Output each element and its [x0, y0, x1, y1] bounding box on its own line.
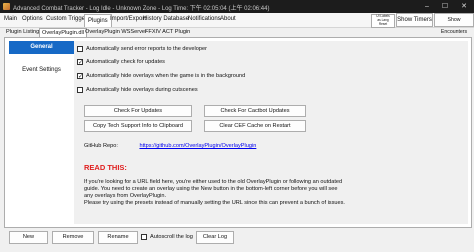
- show-encounters-button[interactable]: Show Encounters: [434, 13, 474, 35]
- clear-cef-cache-button[interactable]: Clear CEF Cache on Restart: [204, 120, 306, 132]
- checkbox-label: Automatically hide overlays when the gam…: [86, 73, 246, 79]
- checkbox-box[interactable]: [77, 46, 83, 52]
- read-this-line: If you're looking for a URL field here, …: [84, 179, 343, 185]
- tab-plugin-listing[interactable]: Plugin Listing: [6, 28, 39, 36]
- new-overlay-button[interactable]: New: [9, 231, 48, 244]
- checkbox-label: Autoscroll the log: [150, 234, 193, 240]
- checkbox-box[interactable]: ✓: [77, 59, 83, 66]
- checkbox-box[interactable]: [141, 234, 147, 240]
- window-title: Advanced Combat Tracker - Log Idle - Unk…: [13, 6, 270, 12]
- tab-notifications[interactable]: Notifications: [188, 16, 221, 22]
- minimize-button[interactable]: –: [418, 0, 436, 13]
- rename-overlay-button[interactable]: Rename: [98, 231, 138, 244]
- tab-overlayplugin-dll[interactable]: OverlayPlugin.dll: [39, 28, 87, 37]
- checkbox-check-updates[interactable]: ✓ Automatically check for updates: [77, 58, 165, 66]
- plugin-tab-bar: Plugin Listing OverlayPlugin.dll Overlay…: [0, 27, 474, 37]
- checkbox-label: Automatically hide overlays during cutsc…: [86, 87, 198, 93]
- tab-history-database[interactable]: History Database: [143, 16, 189, 22]
- read-this-heading: READ THIS:: [84, 163, 127, 172]
- github-repo-row: GitHub Repo: https://github.com/OverlayP…: [84, 143, 256, 149]
- tab-plugins[interactable]: Plugins: [84, 14, 112, 27]
- checkbox-label: Automatically check for updates: [86, 59, 165, 65]
- read-this-text: If you're looking for a URL field here, …: [84, 179, 374, 207]
- tab-import-export[interactable]: Import/Export: [110, 16, 146, 22]
- checkbox-hide-overlays-cutscenes[interactable]: Automatically hide overlays during cutsc…: [77, 86, 198, 94]
- general-settings-panel: Automatically send error reports to the …: [74, 41, 468, 224]
- remove-overlay-button[interactable]: Remove: [52, 231, 94, 244]
- tab-about[interactable]: About: [220, 16, 236, 22]
- clear-log-button[interactable]: Clear Log: [196, 231, 234, 244]
- ui-lang-reset-badge[interactable]: UI Labels as Lang Reset: [371, 14, 395, 28]
- settings-sidebar: General Event Settings: [9, 41, 74, 224]
- github-repo-link[interactable]: https://github.com/OverlayPlugin/Overlay…: [139, 143, 256, 149]
- maximize-button[interactable]: ☐: [436, 0, 454, 13]
- check-cactbot-updates-button[interactable]: Check For Cactbot Updates: [204, 105, 306, 117]
- read-this-line: Please try using the presets instead of …: [84, 200, 345, 206]
- sidebar-item-event-settings[interactable]: Event Settings: [9, 64, 74, 77]
- checkbox-box[interactable]: [77, 87, 83, 93]
- tab-main[interactable]: Main: [4, 16, 17, 22]
- copy-tech-support-button[interactable]: Copy Tech Support Info to Clipboard: [84, 120, 192, 132]
- read-this-line: any overlays from OverlayPlugin.: [84, 193, 167, 199]
- title-bar: Advanced Combat Tracker - Log Idle - Unk…: [0, 0, 474, 13]
- github-repo-label: GitHub Repo:: [84, 143, 118, 149]
- checkbox-autoscroll-log[interactable]: Autoscroll the log: [141, 233, 193, 241]
- close-button[interactable]: ✕: [455, 0, 473, 13]
- checkbox-box[interactable]: ✓: [77, 73, 83, 80]
- check-updates-button[interactable]: Check For Updates: [84, 105, 192, 117]
- tab-ffxiv-act-plugin[interactable]: FFXIV ACT Plugin: [145, 28, 190, 36]
- tab-overlayplugin-wsserver[interactable]: OverlayPlugin WSServer: [85, 28, 147, 36]
- checkbox-hide-overlays-background[interactable]: ✓ Automatically hide overlays when the g…: [77, 72, 245, 80]
- read-this-line: guide. You need to create an overlay usi…: [84, 186, 338, 192]
- checkbox-label: Automatically send error reports to the …: [86, 46, 207, 52]
- tab-options[interactable]: Options: [22, 16, 43, 22]
- ui-badge-line-3: Reset: [378, 21, 388, 26]
- app-icon: [3, 3, 10, 10]
- bottom-bar: New Remove Rename Autoscroll the log Cle…: [0, 228, 474, 252]
- checkbox-send-error-reports[interactable]: Automatically send error reports to the …: [77, 45, 207, 53]
- show-timers-button[interactable]: Show Timers: [396, 13, 433, 27]
- sidebar-item-general[interactable]: General: [9, 41, 74, 54]
